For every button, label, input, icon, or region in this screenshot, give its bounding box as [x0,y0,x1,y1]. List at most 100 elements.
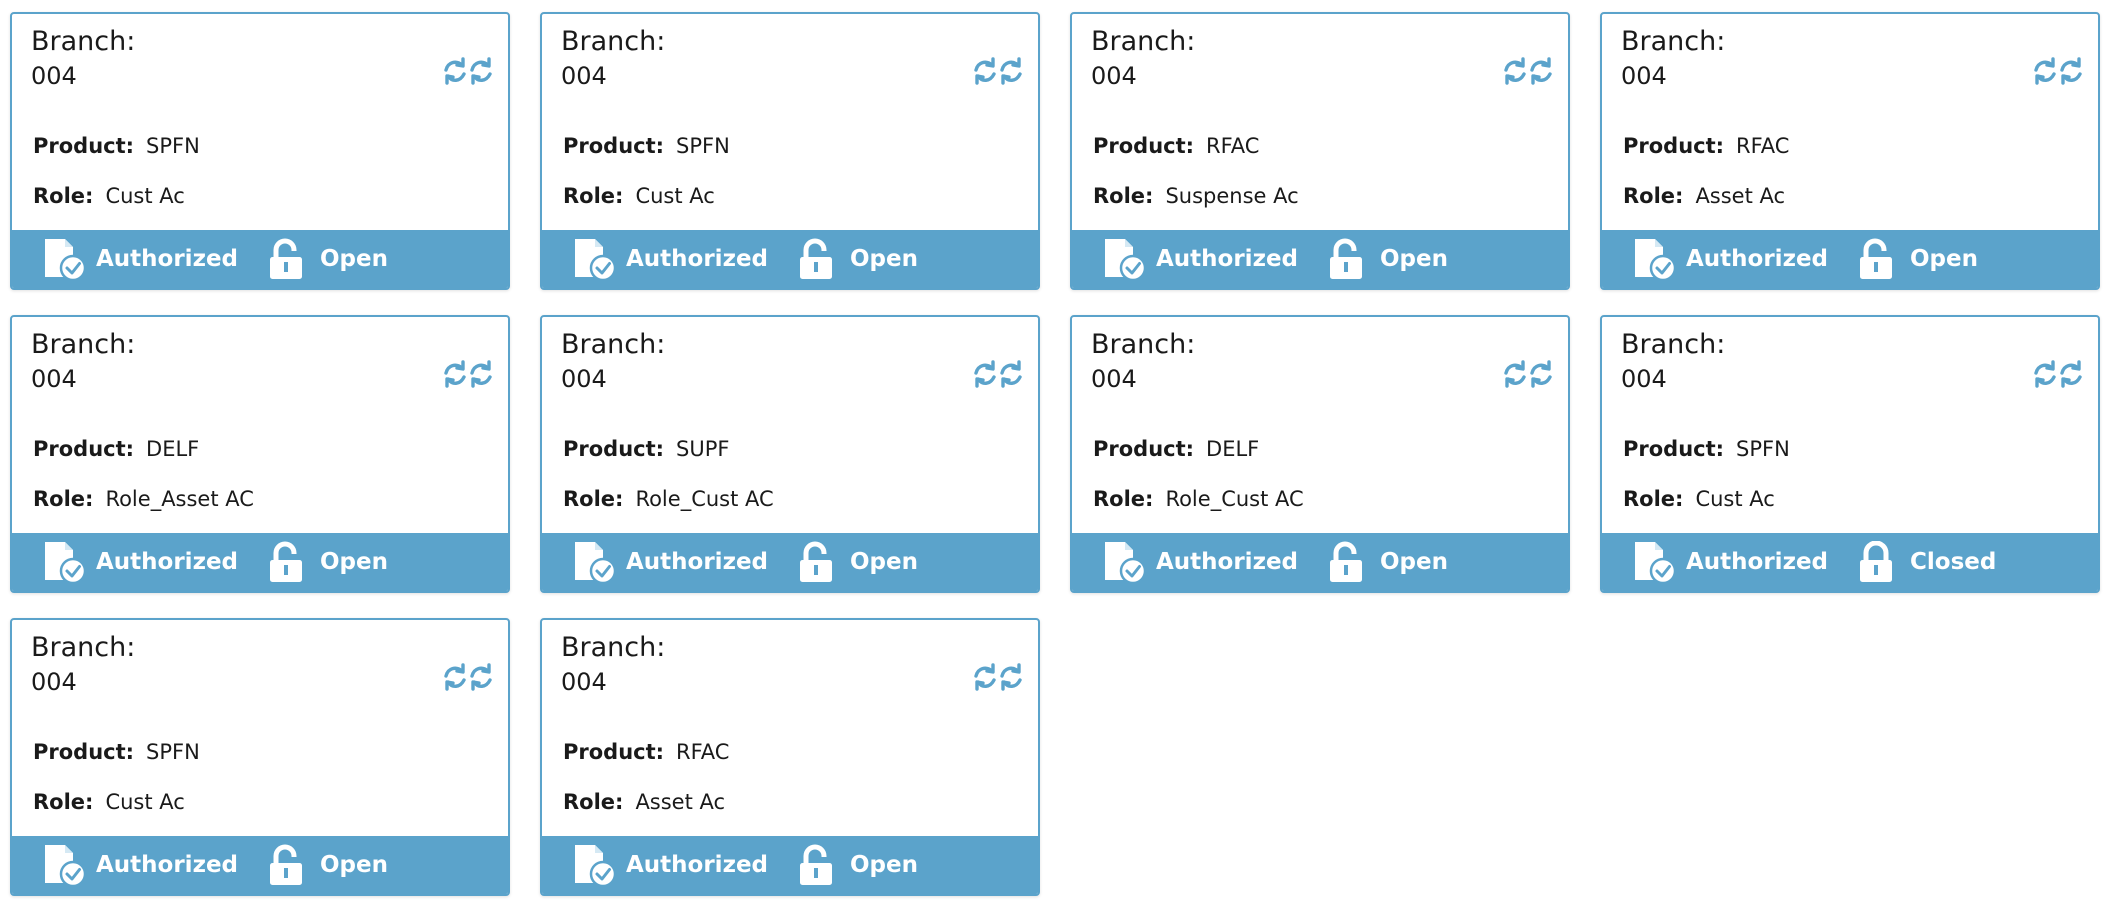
record-card[interactable]: Branch: 004 Product: RFAC Role: Asset Ac… [540,618,1040,896]
product-field: Product: RFAC [1093,134,1259,158]
role-value: Cust Ac [1695,487,1775,511]
authorization-status: Authorized [1632,230,1828,288]
product-field: Product: SPFN [1623,437,1790,461]
lock-status: Open [798,533,918,591]
authorization-status: Authorized [572,836,768,894]
record-card[interactable]: Branch: 004 Product: DELF Role: Role_Ass… [10,315,510,593]
record-card[interactable]: Branch: 004 Product: SPFN Role: Cust Ac [10,12,510,290]
document-check-icon [575,542,617,584]
document-check-icon [1105,542,1147,584]
card-footer: Authorized Open [542,836,1038,894]
lock-status: Open [268,230,388,288]
product-field: Product: DELF [1093,437,1259,461]
role-field: Role: Role_Cust AC [563,487,774,511]
product-label: Product: [33,437,135,461]
role-field: Role: Cust Ac [1623,487,1775,511]
sync-arrows-icon[interactable] [2032,357,2084,391]
lock-status: Open [1328,533,1448,591]
card-footer: Authorized Open [1602,230,2098,288]
product-value: SPFN [1736,437,1790,461]
lock-icon-slot [1328,541,1380,583]
lock-open-icon [270,541,302,582]
record-card[interactable]: Branch: 004 Product: DELF Role: Role_Cus… [1070,315,1570,593]
record-card[interactable]: Branch: 004 Product: SPFN Role: Cust Ac [10,618,510,896]
product-value: RFAC [1736,134,1790,158]
document-check-icon [575,239,617,281]
record-card[interactable]: Branch: 004 Product: SPFN Role: Cust Ac [540,12,1040,290]
authorization-status: Authorized [42,836,238,894]
authorization-status: Authorized [42,533,238,591]
role-value: Asset Ac [1695,184,1786,208]
card-footer: Authorized Open [542,230,1038,288]
lock-closed-icon [1860,541,1892,582]
role-label: Role: [563,790,624,814]
lock-open-icon [270,844,302,885]
product-label: Product: [1093,134,1195,158]
product-field: Product: SPFN [33,134,200,158]
sync-arrows-icon[interactable] [2032,54,2084,88]
lock-open-icon [1330,238,1362,279]
branch-label: Branch: [561,329,666,360]
branch-label: Branch: [1621,329,1726,360]
sync-arrows-icon[interactable] [972,660,1024,694]
authorization-status: Authorized [1102,230,1298,288]
branch-value: 004 [1621,62,1667,90]
document-check-icon [1635,239,1677,281]
lock-status-text: Open [1380,246,1448,272]
branch-value: 004 [561,365,607,393]
card-body: Branch: 004 Product: RFAC Role: Suspense… [1072,14,1568,230]
role-field: Role: Cust Ac [563,184,715,208]
branch-value: 004 [31,365,77,393]
authorization-status: Authorized [42,230,238,288]
card-body: Branch: 004 Product: SPFN Role: Cust Ac [12,14,508,230]
role-value: Suspense Ac [1165,184,1299,208]
lock-open-icon [800,238,832,279]
lock-status: Closed [1858,533,1996,591]
card-footer: Authorized Open [1072,533,1568,591]
branch-label: Branch: [561,632,666,663]
record-card[interactable]: Branch: 004 Product: RFAC Role: Suspense… [1070,12,1570,290]
card-body: Branch: 004 Product: RFAC Role: Asset Ac [542,620,1038,836]
branch-value: 004 [1091,62,1137,90]
product-label: Product: [1093,437,1195,461]
role-value: Asset Ac [635,790,726,814]
product-label: Product: [563,740,665,764]
lock-status: Open [798,230,918,288]
card-footer: Authorized Closed [1602,533,2098,591]
role-label: Role: [563,487,624,511]
sync-arrows-icon[interactable] [972,54,1024,88]
product-value: SPFN [146,134,200,158]
product-field: Product: RFAC [563,740,729,764]
lock-open-icon [1860,238,1892,279]
sync-arrows-icon[interactable] [1502,357,1554,391]
sync-arrows-icon[interactable] [442,54,494,88]
authorization-status: Authorized [1102,533,1298,591]
lock-status-text: Open [320,549,388,575]
card-body: Branch: 004 Product: SPFN Role: Cust Ac [542,14,1038,230]
card-grid: Branch: 004 Product: SPFN Role: Cust Ac [0,0,2112,906]
document-check-icon [1105,239,1147,281]
lock-status-text: Open [320,246,388,272]
authorization-status-text: Authorized [1686,549,1829,575]
lock-icon-slot [1858,238,1910,280]
branch-value: 004 [31,62,77,90]
role-value: Cust Ac [105,184,185,208]
authorization-status-text: Authorized [96,549,239,575]
product-label: Product: [1623,134,1725,158]
role-field: Role: Asset Ac [1623,184,1785,208]
role-field: Role: Role_Asset AC [33,487,254,511]
document-check-icon [1635,542,1677,584]
product-label: Product: [563,134,665,158]
lock-status-text: Open [320,852,388,878]
record-card[interactable]: Branch: 004 Product: SPFN Role: Cust Ac [1600,315,2100,593]
sync-arrows-icon[interactable] [442,357,494,391]
record-card[interactable]: Branch: 004 Product: RFAC Role: Asset Ac… [1600,12,2100,290]
role-label: Role: [33,487,94,511]
sync-arrows-icon[interactable] [1502,54,1554,88]
product-value: DELF [146,437,200,461]
sync-arrows-icon[interactable] [972,357,1024,391]
record-card[interactable]: Branch: 004 Product: SUPF Role: Role_Cus… [540,315,1040,593]
role-label: Role: [1093,487,1154,511]
sync-arrows-icon[interactable] [442,660,494,694]
role-field: Role: Asset Ac [563,790,725,814]
